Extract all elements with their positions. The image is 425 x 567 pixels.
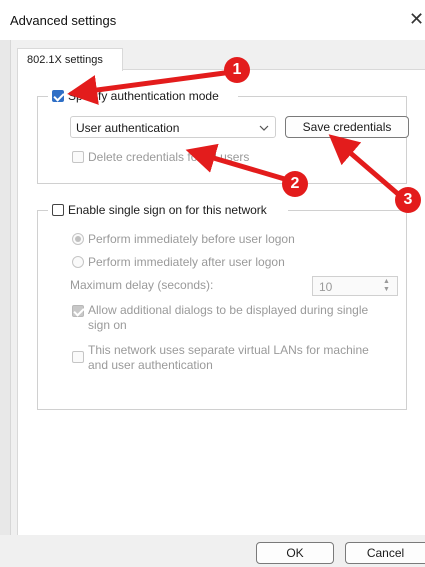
arrow-2: [185, 143, 289, 183]
annotation-badge-2: 2: [282, 171, 308, 197]
annotation-arrows: [67, 69, 400, 196]
arrow-3: [328, 134, 400, 196]
arrow-1: [67, 69, 233, 105]
annotation-badge-3: 3: [395, 187, 421, 213]
annotation-badge-1: 1: [224, 57, 250, 83]
